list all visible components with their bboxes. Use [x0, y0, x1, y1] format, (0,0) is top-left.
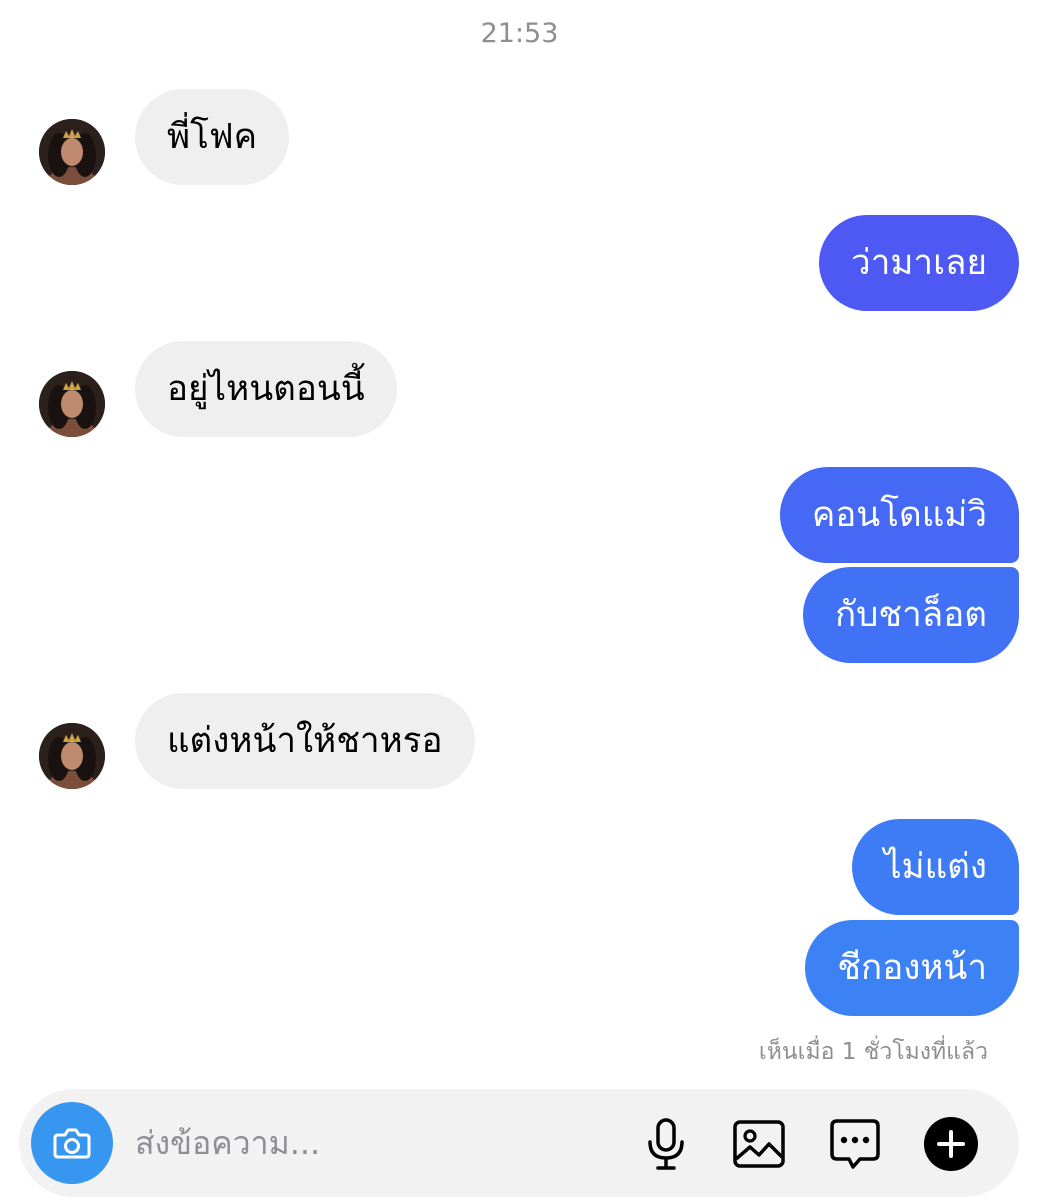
message-bubble-outgoing[interactable]: ว่ามาเลย: [819, 215, 1019, 311]
message-bubble-outgoing[interactable]: กับชาล็อต: [802, 567, 1019, 663]
avatar[interactable]: [39, 371, 105, 437]
gallery-icon: [733, 1120, 785, 1168]
message-bubble-outgoing[interactable]: คอนโดแม่วิ: [779, 467, 1019, 563]
gallery-button[interactable]: [729, 1114, 789, 1174]
message-input[interactable]: [135, 1113, 585, 1173]
camera-icon: [53, 1128, 91, 1159]
profile-photo-icon: [39, 371, 105, 437]
profile-photo-icon: [39, 723, 105, 789]
plus-button[interactable]: [921, 1114, 981, 1174]
profile-photo-icon: [39, 119, 105, 185]
timestamp: 21:53: [480, 18, 559, 49]
message-bubble-incoming[interactable]: พี่โฟค: [135, 89, 290, 185]
plus-icon: [924, 1117, 978, 1171]
microphone-icon: [648, 1118, 684, 1170]
message-composer: [19, 1089, 1019, 1197]
message-bubble-incoming[interactable]: แต่งหน้าให้ชาหรอ: [135, 693, 475, 789]
message-bubble-incoming[interactable]: อยู่ไหนตอนนี้: [135, 341, 397, 437]
seen-status: เห็นเมื่อ 1 ชั่วโมงที่แล้ว: [758, 1039, 988, 1065]
camera-button[interactable]: [31, 1102, 113, 1184]
message-bubble-outgoing[interactable]: ชีกองหน้า: [805, 920, 1019, 1016]
sticker-icon: [830, 1119, 880, 1169]
avatar[interactable]: [39, 119, 105, 185]
microphone-button[interactable]: [636, 1114, 696, 1174]
message-bubble-outgoing[interactable]: ไม่แต่ง: [851, 819, 1019, 915]
avatar[interactable]: [39, 723, 105, 789]
sticker-button[interactable]: [825, 1114, 885, 1174]
